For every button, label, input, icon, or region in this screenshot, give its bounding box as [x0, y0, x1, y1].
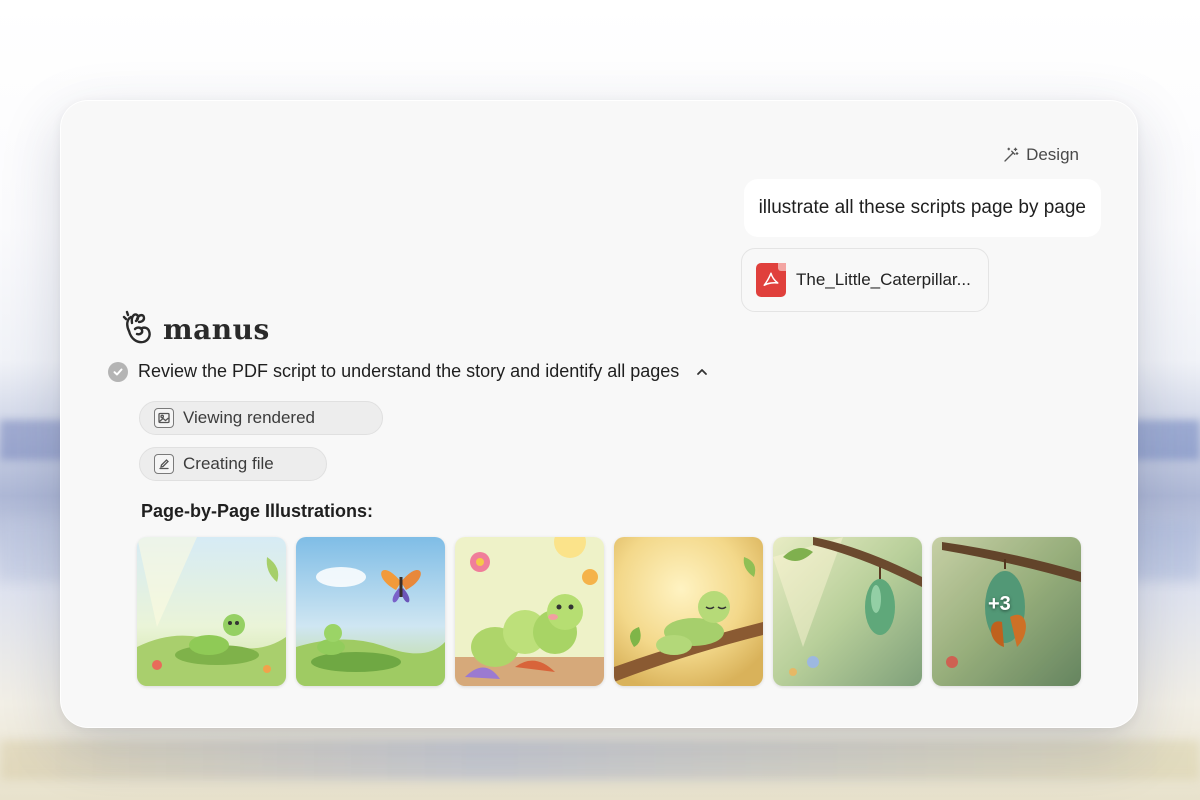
pdf-file-icon	[756, 263, 786, 297]
design-label: Design	[1026, 145, 1079, 164]
magic-wand-icon	[1004, 147, 1019, 162]
illustration-gallery: +3	[137, 537, 1081, 686]
pencil-edit-icon	[154, 454, 174, 474]
background-streak	[0, 740, 1200, 780]
step-label: Viewing rendered	[183, 408, 315, 427]
user-message-text: illustrate all these scripts page by pag…	[758, 197, 1086, 218]
illustration-thumbnail[interactable]	[455, 537, 604, 686]
more-count-badge: +3	[988, 593, 1011, 615]
chevron-up-icon[interactable]	[695, 365, 709, 379]
image-icon	[154, 408, 174, 428]
illustrations-heading: Page-by-Page Illustrations:	[141, 501, 374, 521]
pdf-attachment[interactable]: The_Little_Caterpillar...	[741, 248, 989, 312]
illustration-thumbnail[interactable]	[773, 537, 922, 686]
check-icon	[108, 361, 128, 382]
manus-logo: manus	[121, 309, 270, 349]
illustration-thumbnail[interactable]	[296, 537, 445, 686]
task-title: Review the PDF script to understand the …	[138, 361, 680, 381]
task-header[interactable]: Review the PDF script to understand the …	[108, 361, 709, 382]
user-message-bubble: illustrate all these scripts page by pag…	[743, 179, 1101, 237]
chat-card: Design illustrate all these scripts page…	[60, 100, 1138, 728]
illustration-thumbnail[interactable]	[614, 537, 763, 686]
step-label: Creating file	[183, 454, 274, 473]
brand-name: manus	[163, 312, 270, 346]
design-button[interactable]: Design	[1002, 143, 1079, 167]
illustration-thumbnail[interactable]	[137, 537, 286, 686]
illustration-thumbnail-more[interactable]: +3	[932, 537, 1081, 686]
attachment-file-name: The_Little_Caterpillar...	[796, 270, 971, 289]
step-creating-file[interactable]: Creating file	[139, 447, 327, 481]
step-viewing-rendered[interactable]: Viewing rendered	[139, 401, 383, 435]
manus-hand-icon	[122, 310, 151, 344]
